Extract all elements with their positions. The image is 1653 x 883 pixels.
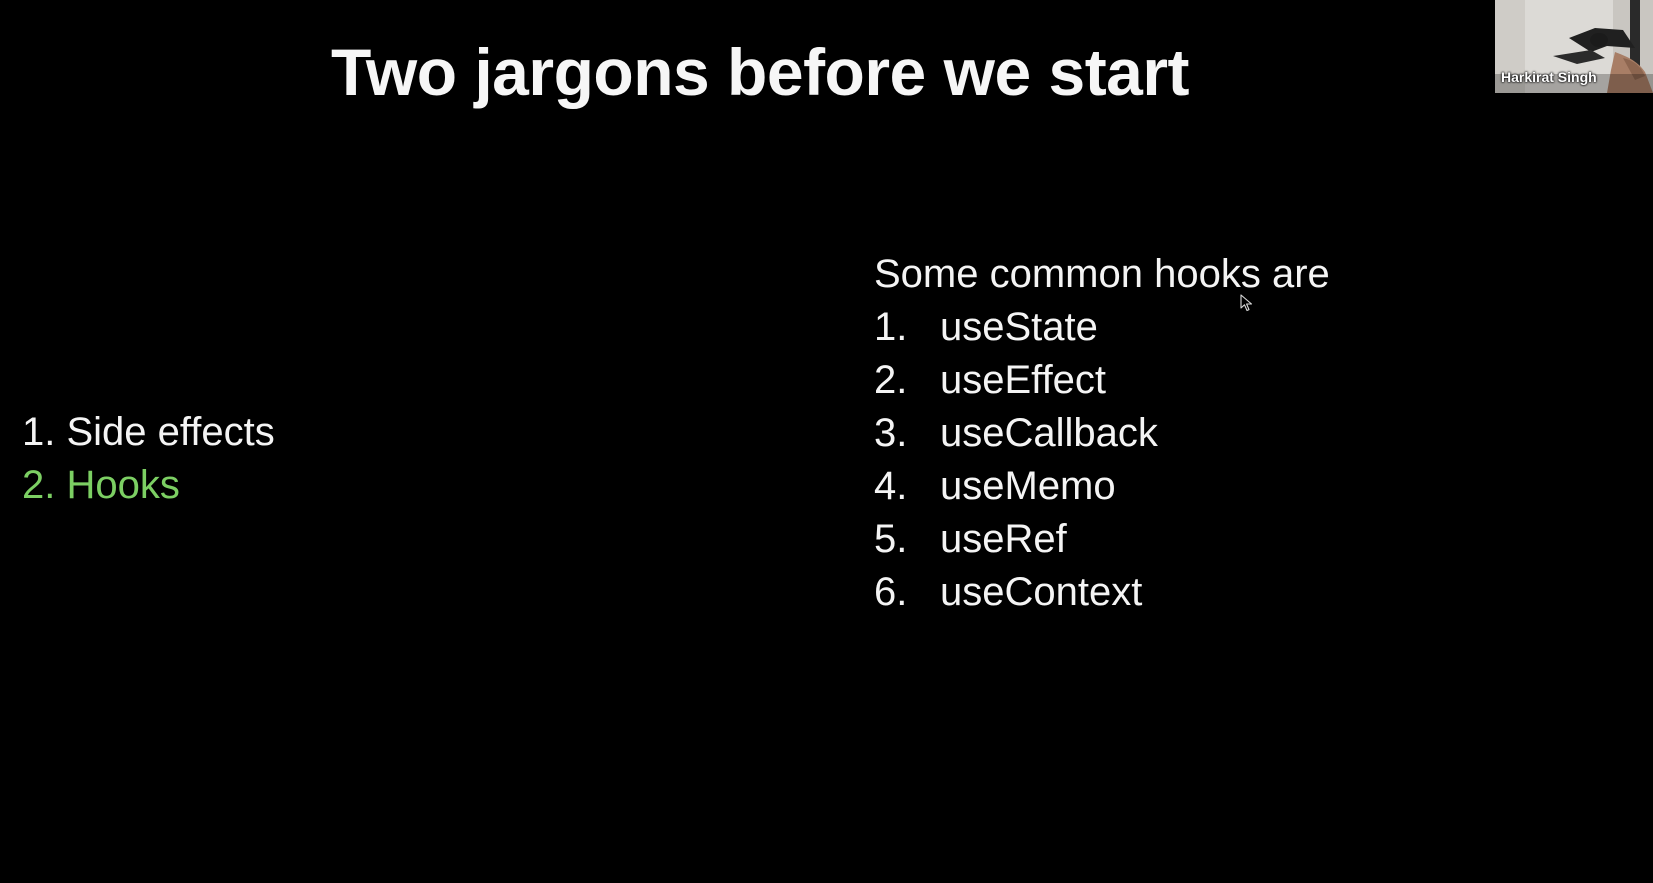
hook-number: 1. [874, 305, 908, 349]
hook-number: 4. [874, 464, 908, 508]
hooks-heading: Some common hooks are [874, 252, 1330, 296]
hook-item: 5. useRef [874, 513, 1330, 566]
hook-item: 2. useEffect [874, 354, 1330, 407]
hook-item: 3. useCallback [874, 407, 1330, 460]
hook-number: 6. [874, 570, 908, 614]
hook-label: useState [940, 305, 1098, 349]
jargon-list: 1. Side effects 2. Hooks [22, 406, 275, 512]
presentation-slide: Two jargons before we start 1. Side effe… [0, 0, 1653, 883]
hook-label: useContext [940, 570, 1143, 614]
hook-number: 2. [874, 358, 908, 402]
hook-number: 5. [874, 517, 908, 561]
hook-label: useRef [940, 517, 1067, 561]
hook-item: 6. useContext [874, 566, 1330, 619]
hook-label: useEffect [940, 358, 1107, 402]
hook-number: 3. [874, 411, 908, 455]
hooks-section: Some common hooks are 1. useState 2. use… [874, 248, 1330, 619]
hooks-list: 1. useState 2. useEffect 3. useCallback … [874, 301, 1330, 619]
hook-label: useCallback [940, 411, 1158, 455]
mouse-pointer-icon [1240, 294, 1253, 312]
jargon-item-hooks: 2. Hooks [22, 463, 180, 507]
hook-label: useMemo [940, 464, 1116, 508]
jargon-item-side-effects: 1. Side effects [22, 410, 275, 454]
hook-item: 4. useMemo [874, 460, 1330, 513]
slide-title: Two jargons before we start [330, 35, 1190, 109]
participant-name: Harkirat Singh [1501, 69, 1597, 85]
hook-item: 1. useState [874, 301, 1330, 354]
webcam-thumbnail[interactable]: Harkirat Singh [1495, 0, 1653, 93]
